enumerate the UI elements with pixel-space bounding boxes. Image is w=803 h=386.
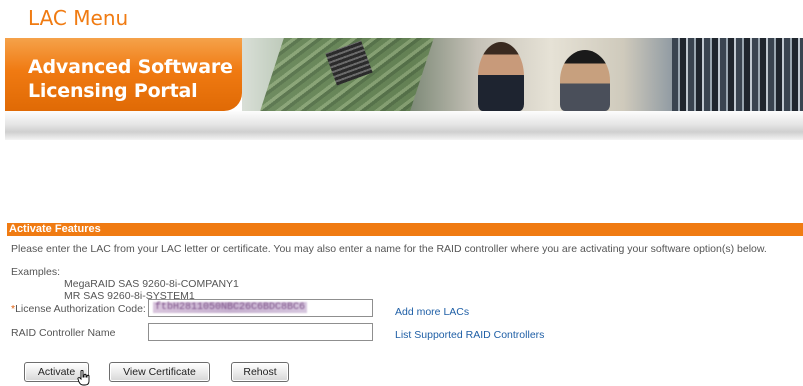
raid-controller-label: RAID Controller Name [11,327,116,339]
list-supported-controllers-link[interactable]: List Supported RAID Controllers [395,329,544,341]
portal-banner: Advanced Software Licensing Portal [5,38,803,140]
rehost-button[interactable]: Rehost [231,362,289,382]
example-item: MegaRAID SAS 9260-8i-COMPANY1 [64,278,239,290]
activate-features-panel: Activate Features Please enter the LAC f… [7,223,803,386]
person-image [560,50,610,111]
lac-label: *License Authorization Code: [11,303,146,315]
server-racks-image [672,38,803,111]
lac-label-text: License Authorization Code: [15,303,146,315]
add-more-lacs-link[interactable]: Add more LACs [395,306,469,318]
person-image [478,42,524,111]
banner-title-line1: Advanced Software [28,56,233,78]
lac-input-value: ftbH2811050NBC26C6BDC8BC6 [153,302,308,313]
hand-cursor-icon [77,370,90,386]
panel-heading: Activate Features [7,223,803,236]
page-title: LAC Menu [28,6,129,30]
examples-label: Examples: [11,266,61,278]
banner-photo [242,38,803,111]
raid-controller-input[interactable] [148,323,373,341]
instructions-text: Please enter the LAC from your LAC lette… [11,243,767,255]
lac-input[interactable]: ftbH2811050NBC26C6BDC8BC6 [148,299,373,317]
banner-logo-block: Advanced Software Licensing Portal [5,38,242,111]
view-certificate-button[interactable]: View Certificate [109,362,210,382]
banner-title-line2: Licensing Portal [28,80,198,102]
